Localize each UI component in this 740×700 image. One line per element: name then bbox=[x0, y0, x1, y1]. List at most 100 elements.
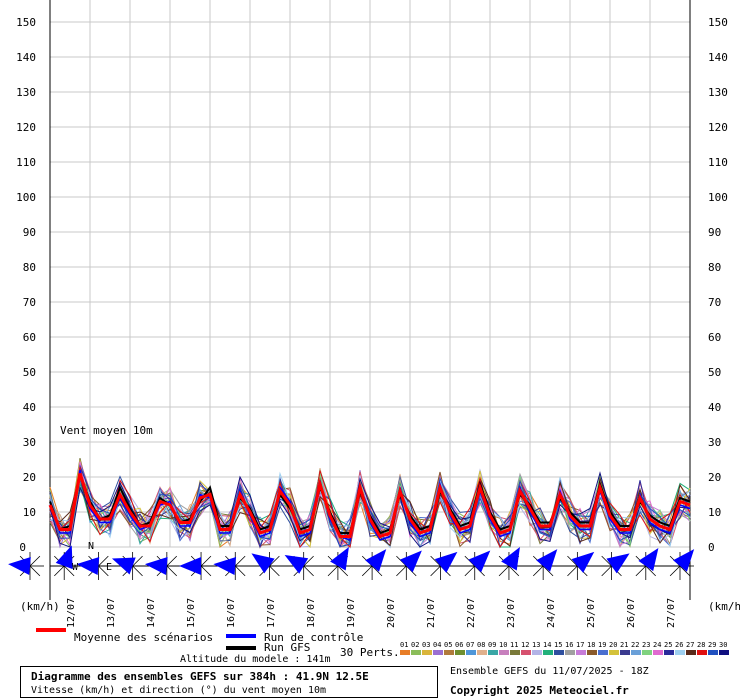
perturbation-swatch bbox=[422, 650, 432, 655]
y-tick-label-right: 90 bbox=[708, 226, 721, 239]
legend-gfs-label: Run GFS bbox=[264, 641, 310, 654]
wind-direction-mark bbox=[426, 551, 458, 580]
compass-spoke bbox=[200, 565, 212, 577]
y-tick-label-left: 90 bbox=[23, 226, 36, 239]
perturbation-number: 30 bbox=[719, 641, 727, 649]
wind-arrow bbox=[8, 557, 31, 575]
y-tick-label-left: 120 bbox=[16, 121, 36, 134]
compass-spoke bbox=[396, 565, 407, 577]
compass-spoke bbox=[303, 565, 314, 577]
perturbation-swatch bbox=[510, 650, 520, 655]
wind-arrow bbox=[536, 549, 558, 572]
perturbation-swatch bbox=[686, 650, 696, 655]
compass-spoke bbox=[200, 555, 212, 567]
perturbation-swatch bbox=[609, 650, 619, 655]
wind-arrow bbox=[501, 546, 520, 571]
date-tick-label: 19/07 bbox=[346, 598, 357, 628]
perturbation-swatch bbox=[620, 650, 630, 655]
wind-direction-mark bbox=[529, 549, 558, 580]
compass-spoke bbox=[498, 565, 510, 577]
date-tick-label: 14/07 bbox=[146, 598, 157, 628]
perturbation-swatch bbox=[433, 650, 443, 655]
ylabel-right: (km/h) bbox=[708, 600, 740, 613]
wind-direction-mark bbox=[8, 552, 44, 580]
compass-spoke bbox=[166, 555, 178, 567]
y-tick-label-left: 40 bbox=[23, 401, 36, 414]
wind-direction-mark bbox=[213, 552, 250, 580]
perturbation-swatch bbox=[587, 650, 597, 655]
perturbation-number: 21 bbox=[620, 641, 628, 649]
perturbation-swatch bbox=[532, 650, 542, 655]
wind-direction-mark bbox=[358, 549, 387, 580]
wind-direction-mark bbox=[460, 550, 491, 580]
perturbation-number: 09 bbox=[488, 641, 496, 649]
wind-direction-mark bbox=[597, 552, 630, 580]
compass-spoke bbox=[669, 565, 681, 577]
wind-arrow bbox=[673, 549, 695, 572]
series-label: Vent moyen 10m bbox=[60, 424, 153, 437]
perturbation-number: 03 bbox=[422, 641, 430, 649]
perturbation-swatch bbox=[708, 650, 718, 655]
perturbation-swatch bbox=[697, 650, 707, 655]
y-tick-label-left: 60 bbox=[23, 331, 36, 344]
date-tick-label: 21/07 bbox=[426, 598, 437, 628]
perturbation-number: 18 bbox=[587, 641, 595, 649]
perturbation-swatch bbox=[719, 650, 729, 655]
compass-spoke bbox=[29, 565, 41, 577]
perturbation-number: 28 bbox=[697, 641, 705, 649]
date-tick-label: 18/07 bbox=[306, 598, 317, 628]
wind-arrow bbox=[571, 551, 595, 573]
wind-direction-mark bbox=[392, 550, 422, 580]
y-tick-label-right: 40 bbox=[708, 401, 721, 414]
perturbation-swatch bbox=[642, 650, 652, 655]
date-tick-label: 22/07 bbox=[466, 598, 477, 628]
wind-direction-mark bbox=[631, 547, 660, 580]
date-tick-label: 12/07 bbox=[66, 598, 77, 628]
compass-spoke bbox=[532, 565, 544, 577]
compass-east-label: E bbox=[106, 562, 112, 573]
y-tick-label-right: 20 bbox=[708, 471, 721, 484]
compass-spoke bbox=[29, 555, 41, 567]
compass-spoke bbox=[54, 565, 65, 577]
compass-spoke bbox=[132, 565, 143, 577]
perturbation-number: 08 bbox=[477, 641, 485, 649]
ylabel-left: (km/h) bbox=[20, 600, 60, 613]
wind-ensemble-chart: 0102030405060708090100110120130140150 01… bbox=[8, 0, 740, 659]
perturbation-number: 25 bbox=[664, 641, 672, 649]
date-tick-label: 13/07 bbox=[106, 598, 117, 628]
wind-direction-mark bbox=[144, 552, 181, 580]
perturbation-swatch bbox=[664, 650, 674, 655]
compass-spoke bbox=[234, 555, 246, 567]
perturbation-swatch bbox=[488, 650, 498, 655]
y-tick-label-left: 140 bbox=[16, 51, 36, 64]
perturbation-number: 24 bbox=[653, 641, 661, 649]
perturbation-number: 06 bbox=[455, 641, 463, 649]
wind-arrow bbox=[330, 546, 349, 571]
perturbation-number: 12 bbox=[521, 641, 529, 649]
perturbation-swatch bbox=[565, 650, 575, 655]
compass-spoke bbox=[635, 565, 647, 577]
y-tick-label-right: 130 bbox=[708, 86, 728, 99]
y-tick-label-right: 140 bbox=[708, 51, 728, 64]
wind-arrow bbox=[284, 555, 309, 574]
wind-arrow bbox=[179, 557, 202, 575]
y-tick-label-right: 100 bbox=[708, 191, 728, 204]
date-tick-label: 25/07 bbox=[586, 598, 597, 628]
perturbation-swatch bbox=[631, 650, 641, 655]
perturbation-swatch bbox=[543, 650, 553, 655]
perturbation-swatch bbox=[411, 650, 421, 655]
perturbation-number: 26 bbox=[675, 641, 683, 649]
y-tick-label-left: 70 bbox=[23, 296, 36, 309]
y-tick-label-right: 150 bbox=[708, 16, 728, 29]
perturbation-number: 16 bbox=[565, 641, 573, 649]
date-tick-label: 15/07 bbox=[186, 598, 197, 628]
perturbation-swatch bbox=[675, 650, 685, 655]
date-tick-label: 26/07 bbox=[626, 598, 637, 628]
compass-spoke bbox=[234, 565, 246, 577]
perturbation-number: 23 bbox=[642, 641, 650, 649]
date-tick-label: 23/07 bbox=[506, 598, 517, 628]
perturbation-number: 19 bbox=[598, 641, 606, 649]
y-tick-label-left: 150 bbox=[16, 16, 36, 29]
perturbation-number: 20 bbox=[609, 641, 617, 649]
perturbation-number: 11 bbox=[510, 641, 518, 649]
